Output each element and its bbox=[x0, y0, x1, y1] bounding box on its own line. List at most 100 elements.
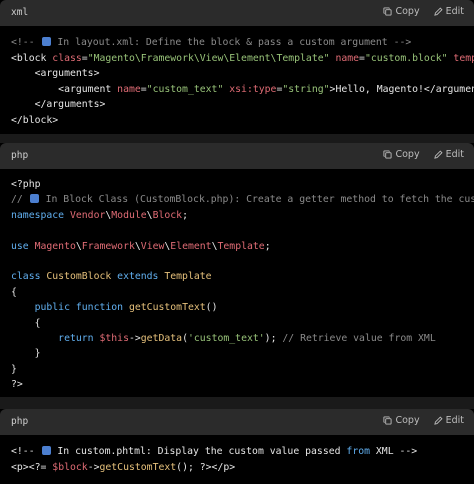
code-token: </arguments> bbox=[11, 99, 106, 110]
edit-icon bbox=[433, 150, 443, 159]
code-token: "string" bbox=[282, 83, 330, 95]
code-token: class bbox=[11, 271, 47, 283]
code-line: ?> bbox=[11, 378, 23, 392]
code-token: Template bbox=[164, 271, 212, 283]
code-token: <block bbox=[11, 52, 53, 64]
code-line: use Magento\Framework\View\Element\Templ… bbox=[11, 240, 271, 254]
code-block-header: php Copy Edit bbox=[0, 409, 474, 435]
code-line: namespace Vendor\Module\Block; bbox=[11, 209, 188, 223]
code-token: (); ?></p> bbox=[176, 461, 236, 473]
code-token: <arguments> bbox=[11, 68, 100, 79]
code-token: ; bbox=[182, 209, 188, 221]
copy-label: Copy bbox=[395, 149, 420, 160]
code-token: XML --> bbox=[370, 446, 418, 457]
code-token: Element bbox=[170, 240, 212, 252]
edit-label: Edit bbox=[445, 149, 464, 160]
code-token: from bbox=[346, 446, 371, 457]
copy-button[interactable]: Copy bbox=[383, 149, 420, 160]
code-token: </block> bbox=[11, 114, 59, 126]
code-token: In custom.phtml: Display the custom valu… bbox=[51, 446, 347, 457]
code-language-label: php bbox=[11, 416, 29, 427]
code-line: <p><?= $block->getCustomText(); ?></p> bbox=[11, 461, 235, 475]
code-token: In layout.xml: Define the block & pass a… bbox=[51, 37, 412, 48]
code-line: class CustomBlock extends Template bbox=[11, 270, 212, 284]
code-language-label: php bbox=[11, 150, 29, 161]
code-token: getCustomText bbox=[128, 302, 206, 314]
code-block-actions: Copy Edit bbox=[383, 149, 464, 160]
edit-label: Edit bbox=[445, 6, 464, 17]
number-emoji-icon bbox=[29, 194, 39, 204]
code-token: public bbox=[11, 302, 76, 314]
code-block-actions: Copy Edit bbox=[383, 415, 464, 426]
code-token: Vendor bbox=[69, 209, 106, 221]
code-line: { bbox=[11, 317, 41, 331]
code-token: namespace bbox=[11, 209, 70, 221]
code-line: } bbox=[11, 363, 17, 377]
code-token: Template bbox=[217, 240, 265, 252]
code-token: ?> bbox=[11, 379, 23, 391]
code-token: <?php bbox=[11, 179, 41, 190]
code-token: $this bbox=[99, 333, 129, 344]
code-token: <!-- bbox=[11, 37, 41, 48]
code-token: return bbox=[11, 333, 100, 344]
code-token: name bbox=[117, 83, 141, 95]
code-token: -> bbox=[87, 461, 100, 473]
code-line: <arguments> bbox=[11, 67, 100, 81]
code-line: <argument name="custom_text" xsi:type="s… bbox=[11, 83, 474, 97]
code-token: Magento bbox=[34, 240, 76, 252]
code-block-xml: xml Copy Edit <!-- In layout.xml: Define… bbox=[0, 0, 474, 134]
copy-label: Copy bbox=[395, 415, 420, 426]
code-language-label: xml bbox=[11, 7, 29, 18]
edit-icon bbox=[433, 416, 443, 425]
code-token: CustomBlock bbox=[46, 271, 118, 283]
code-token: name bbox=[335, 52, 360, 64]
copy-icon bbox=[383, 416, 393, 425]
edit-icon bbox=[433, 7, 443, 16]
code-token: ; bbox=[264, 240, 271, 252]
code-block-php-class: php Copy Edit <?php // In Block Class (Cu… bbox=[0, 143, 474, 397]
code-line: // In Block Class (CustomBlock.php): Cre… bbox=[11, 193, 474, 207]
code-token: } bbox=[11, 363, 17, 375]
copy-button[interactable]: Copy bbox=[383, 415, 420, 426]
code-token: "custom_text" bbox=[146, 83, 224, 95]
code-line: </block> bbox=[11, 114, 58, 128]
code-token: // Retrieve value from XML bbox=[282, 333, 436, 344]
code-token: class bbox=[52, 52, 82, 64]
code-token: template bbox=[453, 52, 474, 64]
code-block-actions: Copy Edit bbox=[383, 6, 464, 17]
code-line: public function getCustomText() bbox=[11, 301, 218, 315]
code-token: Block bbox=[152, 209, 183, 221]
code-token: <argument bbox=[11, 83, 118, 95]
code-token: function bbox=[75, 302, 129, 314]
code-line: { bbox=[11, 286, 17, 300]
code-token: extends bbox=[117, 271, 165, 283]
code-token: { bbox=[11, 317, 41, 329]
code-token: getCustomText bbox=[99, 461, 177, 473]
code-token: } bbox=[11, 348, 41, 360]
code-line: <?php bbox=[11, 178, 41, 192]
code-line: return $this->getData('custom_text'); //… bbox=[11, 332, 436, 346]
edit-button[interactable]: Edit bbox=[433, 149, 464, 160]
code-token: <p><?= bbox=[11, 461, 53, 473]
edit-button[interactable]: Edit bbox=[433, 6, 464, 17]
code-token: () bbox=[205, 302, 218, 314]
code-line: } bbox=[11, 347, 41, 361]
number-emoji-icon bbox=[41, 446, 51, 455]
copy-icon bbox=[383, 150, 393, 159]
edit-label: Edit bbox=[445, 415, 464, 426]
code-token: xsi:type bbox=[229, 83, 277, 95]
code-line: <!-- In layout.xml: Define the block & p… bbox=[11, 36, 411, 50]
edit-button[interactable]: Edit bbox=[433, 415, 464, 426]
copy-button[interactable]: Copy bbox=[383, 6, 420, 17]
code-token: getData bbox=[140, 333, 183, 344]
code-line: <!-- In custom.phtml: Display the custom… bbox=[11, 445, 417, 459]
code-token: <!-- bbox=[11, 446, 41, 457]
code-line: <block class="Magento\Framework\View\Ele… bbox=[11, 52, 474, 66]
code-token: ); bbox=[264, 333, 283, 344]
code-token: "Magento\Framework\View\Element\Template… bbox=[87, 52, 330, 64]
copy-label: Copy bbox=[395, 6, 420, 17]
code-token: View bbox=[140, 240, 165, 252]
code-token: Module bbox=[111, 209, 147, 221]
code-block-phtml: php Copy Edit <!-- In custom.phtml: Disp… bbox=[0, 409, 474, 484]
code-token: In Block Class (CustomBlock.php): Create… bbox=[39, 194, 474, 206]
